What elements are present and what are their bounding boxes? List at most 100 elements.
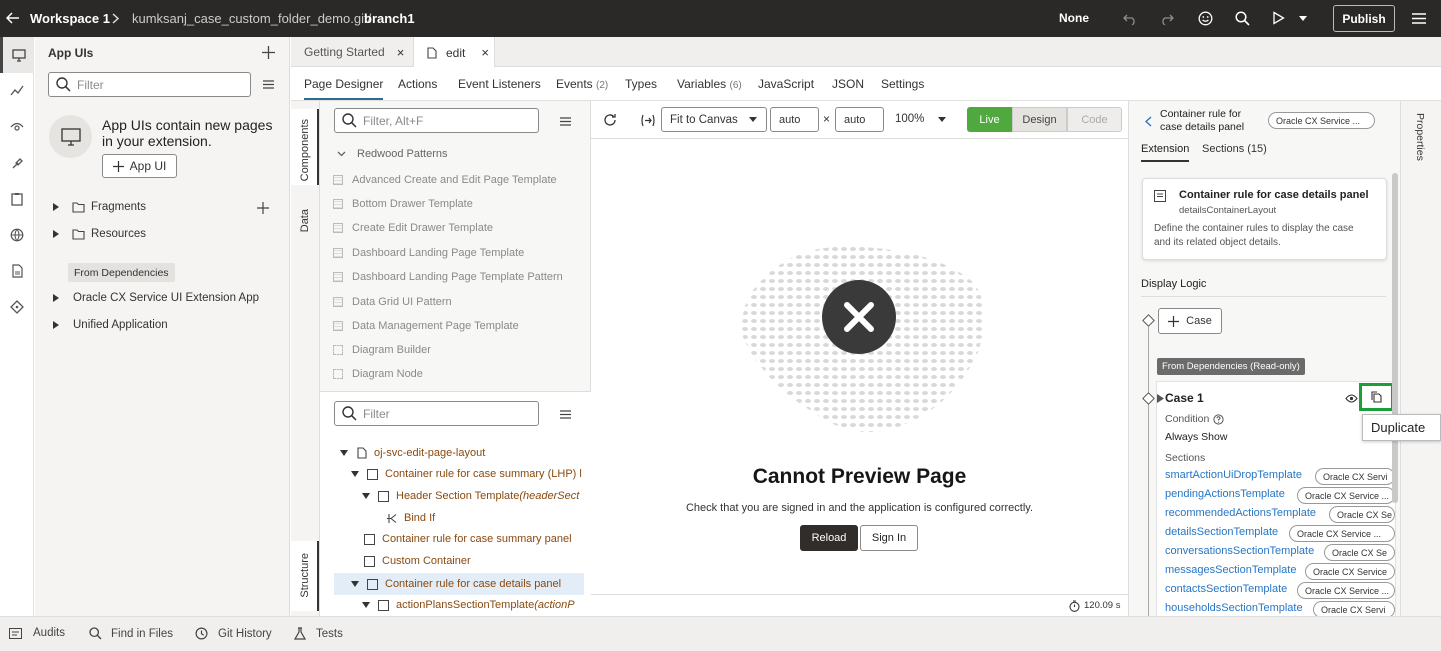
- monitor-icon[interactable]: [0, 37, 34, 73]
- navigator-filter-input[interactable]: Filter: [48, 72, 251, 97]
- component-item[interactable]: Dashboard Landing Page Template: [333, 247, 524, 259]
- component-item[interactable]: Diagram Builder: [333, 344, 431, 356]
- run-options-chevron-icon[interactable]: [1297, 12, 1309, 24]
- structure-row[interactable]: Header Section Template (headerSect: [362, 490, 587, 502]
- git-history-button[interactable]: Git History: [195, 627, 272, 640]
- tab-getting-started[interactable]: Getting Started ×: [291, 37, 412, 67]
- run-icon[interactable]: [1269, 9, 1287, 27]
- structure-filter-input[interactable]: Filter: [334, 401, 539, 426]
- section-link[interactable]: recommendedActionsTemplate: [1165, 507, 1316, 519]
- tree-item-unified-application[interactable]: Unified Application: [53, 319, 168, 331]
- structure-row[interactable]: actionPlansSectionTemplate (actionP: [362, 599, 587, 611]
- publish-button[interactable]: Publish: [1333, 5, 1395, 32]
- repo-name[interactable]: kumksanj_case_custom_folder_demo.git/: [132, 11, 371, 26]
- structure-row[interactable]: Container rule for case summary panel: [364, 533, 572, 545]
- git-icon[interactable]: [0, 289, 34, 325]
- add-fragment-icon[interactable]: [256, 201, 270, 215]
- paint-icon[interactable]: [0, 145, 34, 181]
- section-link[interactable]: smartActionUiDropTemplate: [1165, 469, 1302, 481]
- fit-to-canvas-select[interactable]: Fit to Canvas: [661, 107, 767, 132]
- tab-sections[interactable]: Sections (15): [1202, 143, 1267, 155]
- collapse-icon: [351, 581, 359, 587]
- tab-event-listeners[interactable]: Event Listeners: [458, 77, 541, 91]
- add-icon[interactable]: [260, 44, 276, 60]
- close-icon[interactable]: ×: [481, 45, 489, 60]
- component-item[interactable]: Create Edit Drawer Template: [333, 222, 493, 234]
- tab-settings[interactable]: Settings: [881, 77, 924, 91]
- width-input[interactable]: auto: [770, 107, 819, 132]
- components-filter-input[interactable]: Filter, Alt+F: [334, 108, 539, 133]
- structure-row[interactable]: oj-svc-edit-page-layout: [340, 447, 485, 459]
- tree-item-resources[interactable]: Resources: [53, 228, 146, 240]
- list-menu-icon[interactable]: [558, 407, 572, 421]
- audits-button[interactable]: Audits: [9, 627, 65, 639]
- refresh-icon[interactable]: [602, 112, 618, 128]
- back-arrow-icon[interactable]: [4, 9, 22, 27]
- add-case-button[interactable]: Case: [1158, 308, 1222, 334]
- live-mode-button[interactable]: Live: [967, 107, 1012, 132]
- section-link[interactable]: conversationsSectionTemplate: [1165, 545, 1314, 557]
- tab-json[interactable]: JSON: [832, 77, 864, 91]
- variable-binding-icon[interactable]: [639, 112, 657, 128]
- undo-icon[interactable]: [1121, 10, 1139, 28]
- tab-extension[interactable]: Extension: [1141, 143, 1190, 162]
- section-link[interactable]: detailsSectionTemplate: [1165, 526, 1278, 538]
- list-menu-icon[interactable]: [261, 77, 275, 91]
- tab-properties[interactable]: Properties: [1414, 113, 1426, 161]
- redo-icon[interactable]: [1158, 10, 1176, 28]
- find-in-files-button[interactable]: Find in Files: [89, 627, 173, 640]
- tab-javascript[interactable]: JavaScript: [758, 77, 814, 91]
- structure-row[interactable]: Custom Container: [364, 555, 471, 567]
- flow-icon[interactable]: [0, 73, 34, 109]
- component-item[interactable]: Data Management Page Template: [333, 320, 519, 332]
- tab-components[interactable]: Components: [291, 109, 319, 185]
- tab-variables[interactable]: Variables (6): [677, 77, 742, 91]
- tree-item-fragments[interactable]: Fragments: [53, 201, 146, 213]
- branch-name[interactable]: branch1: [364, 11, 415, 26]
- duplicate-icon[interactable]: [1359, 383, 1394, 411]
- clipboard-icon[interactable]: [0, 181, 34, 217]
- section-link[interactable]: contactsSectionTemplate: [1165, 583, 1287, 595]
- scrollbar-thumb[interactable]: [1392, 173, 1398, 503]
- list-menu-icon[interactable]: [558, 114, 572, 128]
- search-icon[interactable]: [1233, 9, 1251, 27]
- smiley-icon[interactable]: [1196, 9, 1214, 27]
- back-chevron-icon[interactable]: [1142, 114, 1154, 128]
- mode-label[interactable]: None: [1059, 11, 1089, 25]
- tab-events[interactable]: Events (2): [556, 77, 608, 91]
- zoom-select[interactable]: 100%: [895, 113, 947, 125]
- workspace-name[interactable]: Workspace 1: [30, 11, 110, 26]
- reload-button[interactable]: Reload: [800, 525, 858, 551]
- tab-page-designer[interactable]: Page Designer: [304, 77, 384, 100]
- eye-icon[interactable]: [1344, 391, 1358, 405]
- code-mode-button[interactable]: Code: [1067, 107, 1122, 132]
- globe-icon[interactable]: [0, 217, 34, 253]
- design-mode-button[interactable]: Design: [1012, 107, 1067, 132]
- height-input[interactable]: auto: [835, 107, 884, 132]
- component-item[interactable]: Dashboard Landing Page Template Pattern: [333, 271, 563, 283]
- component-item[interactable]: Data Grid UI Pattern: [333, 296, 452, 308]
- tab-actions[interactable]: Actions: [398, 77, 437, 91]
- group-redwood-patterns[interactable]: Redwood Patterns: [337, 148, 448, 160]
- tests-button[interactable]: Tests: [294, 627, 343, 640]
- section-link[interactable]: householdsSectionTemplate: [1165, 602, 1303, 614]
- component-item[interactable]: Advanced Create and Edit Page Template: [333, 174, 557, 186]
- section-link[interactable]: pendingActionsTemplate: [1165, 488, 1285, 500]
- component-item[interactable]: Bottom Drawer Template: [333, 198, 473, 210]
- structure-row[interactable]: Container rule for case summary (LHP) l: [351, 468, 586, 480]
- tab-types[interactable]: Types: [625, 77, 657, 91]
- hamburger-menu-icon[interactable]: [1410, 9, 1428, 27]
- document-icon[interactable]: [0, 253, 34, 289]
- add-app-ui-button[interactable]: App UI: [102, 154, 177, 178]
- structure-row-selected[interactable]: Container rule for case details panel: [334, 573, 584, 595]
- component-item[interactable]: Diagram Node: [333, 368, 423, 380]
- tab-structure[interactable]: Structure: [291, 541, 319, 611]
- tree-item-oracle-cx[interactable]: Oracle CX Service UI Extension App: [53, 292, 259, 304]
- section-link[interactable]: messagesSectionTemplate: [1165, 564, 1296, 576]
- close-icon[interactable]: ×: [397, 45, 405, 60]
- tab-edit[interactable]: edit ×: [413, 37, 495, 68]
- sign-in-button[interactable]: Sign In: [860, 525, 918, 551]
- eye-icon[interactable]: [0, 109, 34, 145]
- structure-row[interactable]: Bind If: [386, 512, 435, 524]
- tab-data[interactable]: Data: [291, 201, 319, 241]
